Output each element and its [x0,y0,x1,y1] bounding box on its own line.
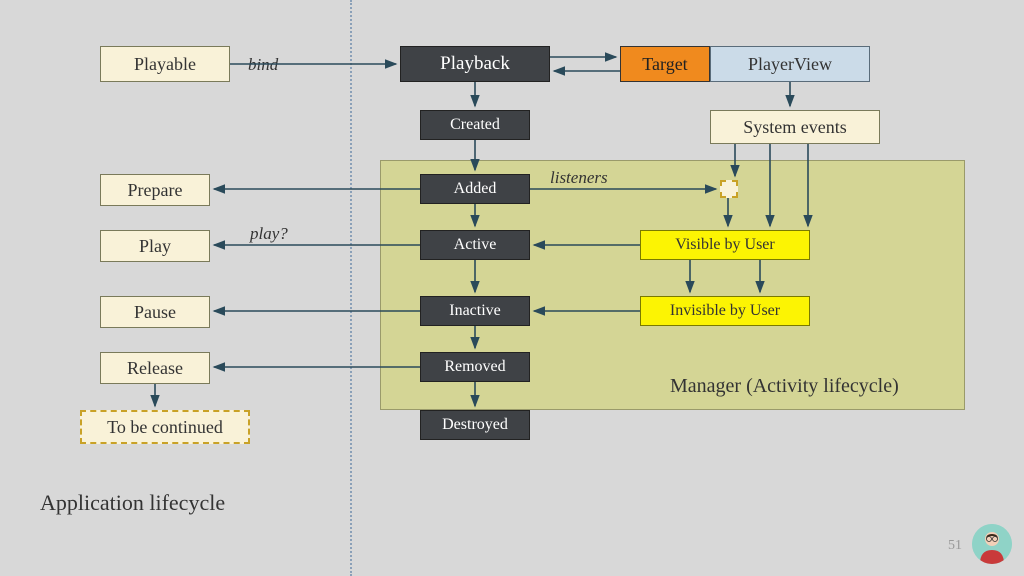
title-manager: Manager (Activity lifecycle) [670,375,899,398]
box-play: Play [100,230,210,262]
box-prepare: Prepare [100,174,210,206]
box-created: Created [420,110,530,140]
box-playerview: PlayerView [710,46,870,82]
box-active: Active [420,230,530,260]
listener-target-icon [720,180,738,198]
title-app-lifecycle: Application lifecycle [40,490,225,516]
box-playable: Playable [100,46,230,82]
box-target: Target [620,46,710,82]
box-tbc: To be continued [80,410,250,444]
box-invisible: Invisible by User [640,296,810,326]
box-added: Added [420,174,530,204]
box-inactive: Inactive [420,296,530,326]
box-visible: Visible by User [640,230,810,260]
box-system-events: System events [710,110,880,144]
box-destroyed: Destroyed [420,410,530,440]
dotted-divider [350,0,352,576]
page-number: 51 [948,538,962,554]
box-playback: Playback [400,46,550,82]
box-removed: Removed [420,352,530,382]
box-release: Release [100,352,210,384]
label-play-q: play? [250,224,288,244]
avatar-icon [972,524,1012,564]
box-pause: Pause [100,296,210,328]
label-listeners: listeners [550,168,608,188]
label-bind: bind [248,55,278,75]
